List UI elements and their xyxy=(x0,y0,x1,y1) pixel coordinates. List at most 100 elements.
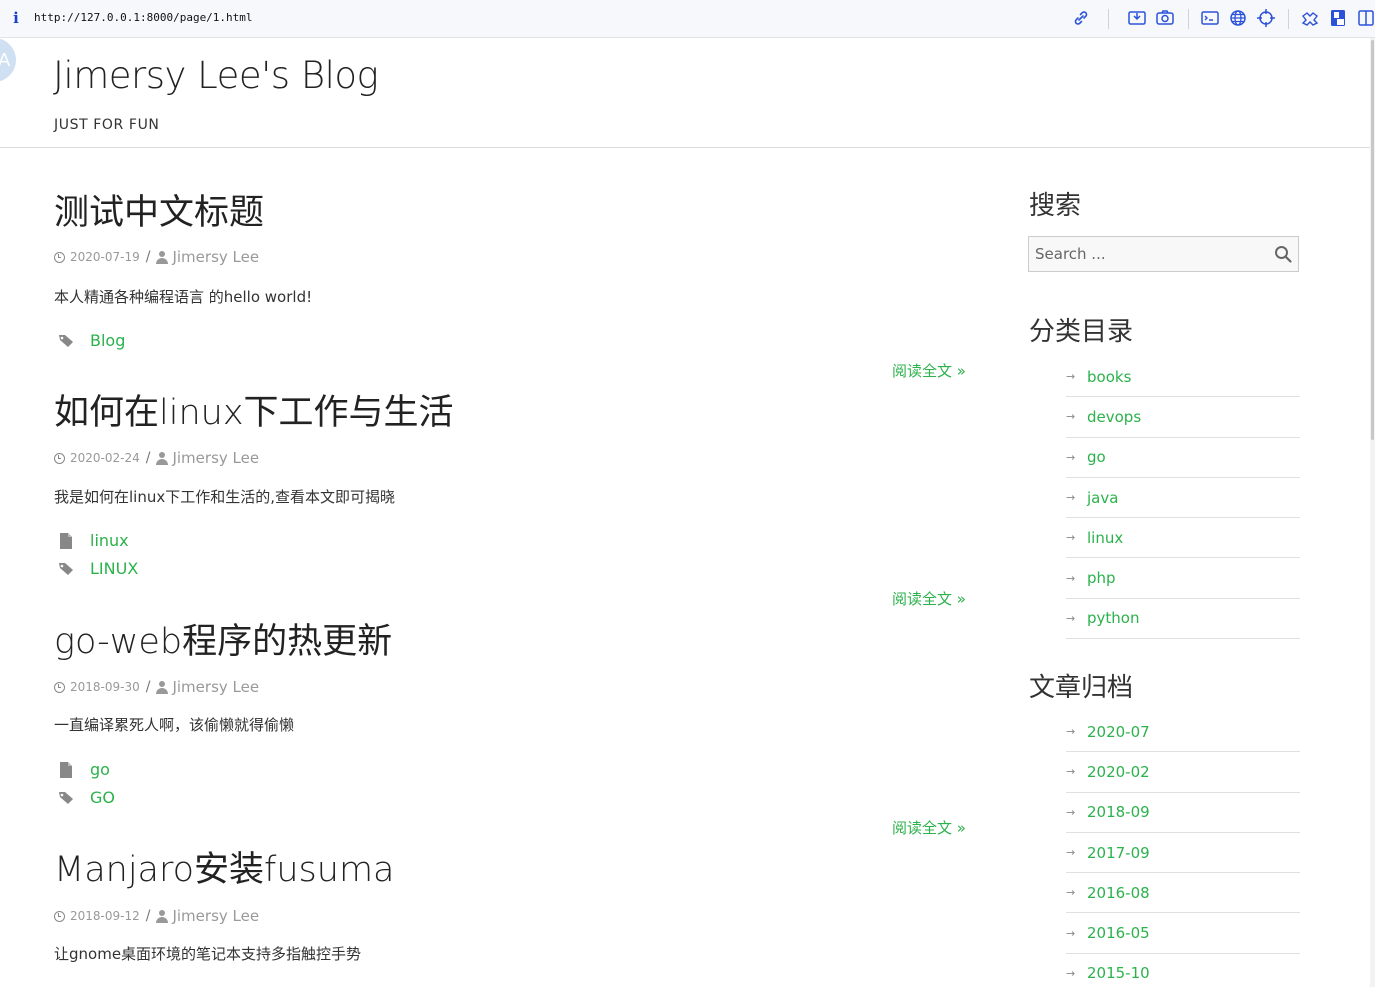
arrow-icon: → xyxy=(1066,765,1076,779)
article-summary: 一直编译累死人啊，该偷懒就得偷懒 xyxy=(54,716,295,734)
archive-link[interactable]: 2016-05 xyxy=(1087,924,1150,942)
article-title[interactable]: 测试中文标题 xyxy=(54,193,969,233)
globe-icon[interactable] xyxy=(1228,8,1248,28)
archive-list: → 2020-07 → 2020-02 → 2018-09 → 2017-09 → 2016-08… xyxy=(1066,712,1300,987)
search-icon xyxy=(1275,246,1292,263)
article-summary: 让gnome桌面环境的笔记本支持多指触控手势 xyxy=(54,945,362,963)
article-date: 2020-02-24 xyxy=(70,451,140,465)
archive-link[interactable]: 2017-09 xyxy=(1087,844,1150,862)
category-link[interactable]: devops xyxy=(1087,408,1141,426)
archive-item: → 2016-05 xyxy=(1066,913,1300,954)
arrow-icon: → xyxy=(1066,571,1076,585)
article-title[interactable]: go-web程序的热更新 xyxy=(54,622,969,662)
article-author[interactable]: Jimersy Lee xyxy=(172,678,259,696)
tag-link[interactable]: GO xyxy=(90,788,115,807)
archive-item: → 2020-07 xyxy=(1066,712,1300,753)
archive-item: → 2017-09 xyxy=(1066,833,1300,874)
category-link[interactable]: java xyxy=(1087,489,1118,507)
category-list: → books → devops → go → java → linux → php → python xyxy=(1066,357,1300,640)
article: go-web程序的热更新 2018-09-30 / Jimersy Lee 一直… xyxy=(54,622,969,837)
category-link[interactable]: go xyxy=(90,760,110,779)
terminal-icon[interactable] xyxy=(1200,8,1220,28)
archive-item: → 2018-09 xyxy=(1066,793,1300,833)
article: Manjaro安装fusuma 2018-09-12 / Jimersy Lee… xyxy=(54,850,969,963)
user-icon xyxy=(156,250,169,264)
meta-separator: / xyxy=(145,679,151,695)
category-link[interactable]: python xyxy=(1087,609,1139,627)
arrow-icon: → xyxy=(1066,370,1076,384)
search-button[interactable] xyxy=(1273,244,1293,264)
category-item: → python xyxy=(1066,599,1300,640)
article-date: 2018-09-30 xyxy=(70,680,140,694)
clock-icon xyxy=(54,910,65,922)
read-more-link[interactable]: 阅读全文 » xyxy=(892,360,966,381)
category-item: → php xyxy=(1066,558,1300,599)
article-author[interactable]: Jimersy Lee xyxy=(172,248,259,266)
read-more-link[interactable]: 阅读全文 » xyxy=(892,588,966,609)
category-link[interactable]: linux xyxy=(1087,529,1123,547)
archive-item: → 2016-08 xyxy=(1066,873,1300,914)
read-more-link[interactable]: 阅读全文 » xyxy=(892,817,966,838)
article-title[interactable]: 如何在linux下工作与生活 xyxy=(54,393,969,433)
site-title[interactable]: Jimersy Lee's Blog xyxy=(53,54,379,97)
archive-link[interactable]: 2016-08 xyxy=(1087,884,1150,902)
arrow-icon: → xyxy=(1066,966,1076,980)
tag-link[interactable]: Blog xyxy=(90,331,125,350)
user-icon xyxy=(156,451,169,465)
article-meta: 2018-09-30 / Jimersy Lee xyxy=(54,678,259,696)
arrow-icon: → xyxy=(1066,450,1076,464)
file-icon xyxy=(60,761,72,778)
search-input[interactable] xyxy=(1029,237,1269,271)
scrollbar-thumb[interactable] xyxy=(1371,40,1374,440)
category-link[interactable]: php xyxy=(1087,569,1116,587)
meta-separator: / xyxy=(145,450,151,466)
category-link[interactable]: books xyxy=(1087,368,1131,386)
archive-link[interactable]: 2020-07 xyxy=(1087,723,1150,741)
screenshot-icon[interactable] xyxy=(1155,8,1175,28)
toolbar-separator xyxy=(1188,9,1189,29)
browser-toolbar: i http://127.0.0.1:8000/page/1.html xyxy=(0,0,1375,38)
article: 如何在linux下工作与生活 2020-02-24 / Jimersy Lee … xyxy=(54,393,969,608)
page-info-icon[interactable]: i xyxy=(9,9,23,27)
extensions-icon[interactable] xyxy=(1300,8,1320,28)
archive-item: → 2015-10 xyxy=(1066,954,1300,987)
article-author[interactable]: Jimersy Lee xyxy=(172,449,259,467)
arrow-icon: → xyxy=(1066,531,1076,545)
bookmark-icon[interactable] xyxy=(1328,8,1348,28)
category-item: → java xyxy=(1066,478,1300,519)
article: 测试中文标题 2020-07-19 / Jimersy Lee 本人精通各种编程… xyxy=(54,193,969,380)
archive-link[interactable]: 2018-09 xyxy=(1087,803,1150,821)
article-date: 2018-09-12 xyxy=(70,909,140,923)
category-link[interactable]: go xyxy=(1087,448,1106,466)
article-title[interactable]: Manjaro安装fusuma xyxy=(54,850,969,890)
sidebar-icon[interactable] xyxy=(1356,8,1375,28)
address-bar[interactable]: http://127.0.0.1:8000/page/1.html xyxy=(34,11,253,24)
archive-item: → 2020-02 xyxy=(1066,752,1300,793)
tag-icon xyxy=(59,562,73,575)
user-icon xyxy=(156,680,169,694)
article-meta: 2018-09-12 / Jimersy Lee xyxy=(54,907,259,925)
article-tags: Blog xyxy=(58,331,125,350)
archives-widget-title: 文章归档 xyxy=(1029,673,1134,703)
article-date: 2020-07-19 xyxy=(70,250,140,264)
save-page-icon[interactable] xyxy=(1127,8,1147,28)
article-author[interactable]: Jimersy Lee xyxy=(172,907,259,925)
meta-separator: / xyxy=(145,249,151,265)
crosshair-icon[interactable] xyxy=(1256,8,1276,28)
category-link[interactable]: linux xyxy=(90,531,129,550)
arrow-icon: → xyxy=(1066,805,1076,819)
toolbar-separator xyxy=(1108,9,1109,29)
category-item: → go xyxy=(1066,438,1300,478)
archive-link[interactable]: 2015-10 xyxy=(1087,964,1150,982)
article-category: go xyxy=(58,760,110,779)
tag-link[interactable]: LINUX xyxy=(90,559,138,578)
link-icon[interactable] xyxy=(1071,8,1091,28)
clock-icon xyxy=(54,681,65,693)
file-icon xyxy=(60,532,72,549)
tag-icon xyxy=(59,791,73,804)
article-summary: 本人精通各种编程语言 的hello world! xyxy=(54,288,313,306)
article-meta: 2020-07-19 / Jimersy Lee xyxy=(54,248,259,266)
archive-link[interactable]: 2020-02 xyxy=(1087,763,1150,781)
search-widget-title: 搜索 xyxy=(1029,191,1082,221)
categories-widget-title: 分类目录 xyxy=(1029,317,1134,347)
